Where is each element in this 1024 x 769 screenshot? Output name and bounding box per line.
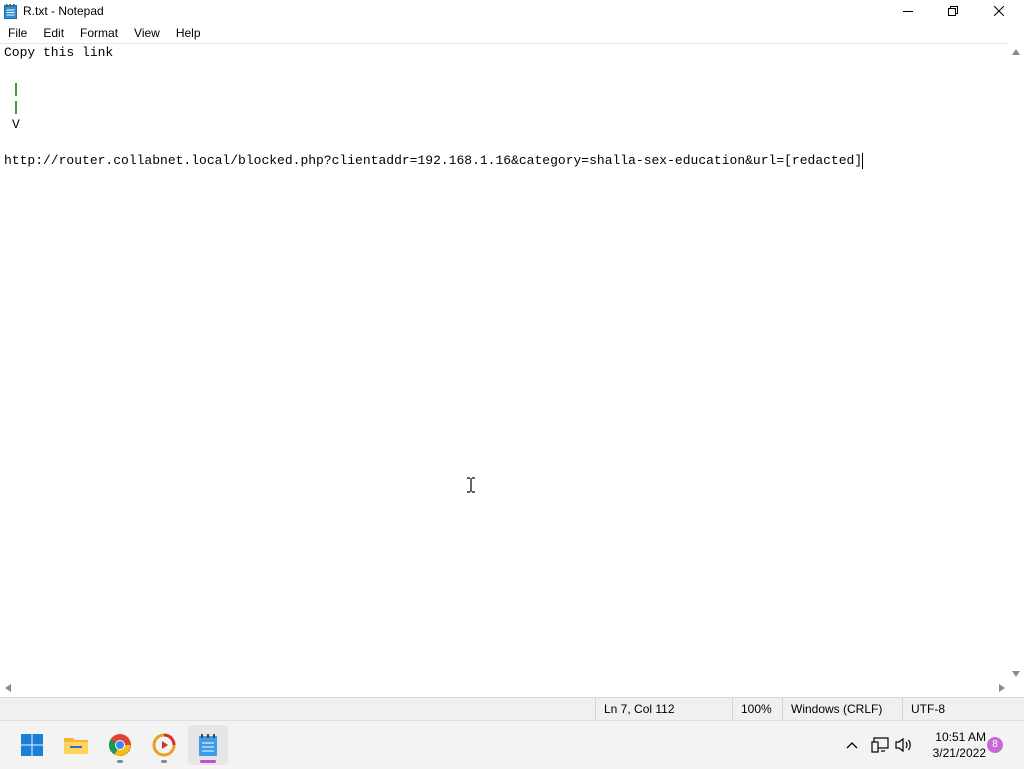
folder-icon — [64, 738, 88, 754]
windows-logo-icon — [21, 734, 43, 756]
ibeam-cursor-icon — [467, 477, 475, 493]
status-bar: Ln 7, Col 112 100% Windows (CRLF) UTF-8 — [0, 697, 1024, 721]
notepad-taskbar-button[interactable] — [188, 725, 228, 765]
restore-icon — [948, 6, 958, 16]
menu-help[interactable]: Help — [168, 23, 209, 43]
network-icon — [871, 737, 889, 753]
start-button[interactable] — [12, 725, 52, 765]
scroll-left-icon[interactable] — [5, 684, 11, 692]
close-icon — [994, 6, 1004, 16]
zoom-level: 100% — [732, 698, 781, 721]
media-player-button[interactable] — [144, 725, 184, 765]
vertical-bar-marker — [15, 101, 17, 114]
encoding: UTF-8 — [902, 698, 1021, 721]
file-explorer-button[interactable] — [56, 725, 96, 765]
text-line-5: V — [12, 117, 20, 132]
chrome-button[interactable] — [100, 725, 140, 765]
menu-format[interactable]: Format — [72, 23, 126, 43]
title-bar[interactable]: R.txt - Notepad — [0, 0, 1024, 22]
speaker-icon — [895, 737, 911, 753]
running-indicator — [161, 760, 167, 763]
active-indicator — [200, 760, 216, 763]
menu-file[interactable]: File — [0, 23, 35, 43]
vertical-bar-marker — [15, 83, 17, 96]
taskbar: 10:51 AM 3/21/2022 8 — [0, 720, 1024, 769]
clock-time: 10:51 AM — [935, 730, 986, 744]
chevron-up-icon — [846, 742, 858, 749]
media-player-icon — [152, 733, 176, 757]
network-button[interactable] — [868, 733, 892, 757]
horizontal-scrollbar[interactable] — [0, 681, 1008, 696]
chrome-icon — [109, 734, 131, 756]
menu-edit[interactable]: Edit — [35, 23, 72, 43]
scroll-up-icon[interactable] — [1012, 49, 1020, 55]
show-hidden-icons-button[interactable] — [840, 733, 864, 757]
running-indicator — [117, 760, 123, 763]
vertical-scrollbar[interactable] — [1009, 43, 1024, 680]
cursor-position: Ln 7, Col 112 — [595, 698, 732, 721]
notification-badge[interactable]: 8 — [987, 737, 1003, 753]
menu-bar: File Edit Format View Help — [0, 23, 1024, 43]
close-button[interactable] — [976, 0, 1022, 22]
clock-date: 3/21/2022 — [932, 746, 986, 760]
scrollbar-corner — [1008, 681, 1024, 696]
menu-view[interactable]: View — [126, 23, 168, 43]
notepad-icon — [4, 4, 17, 19]
notepad-icon — [199, 734, 217, 756]
scroll-down-icon[interactable] — [1012, 671, 1020, 677]
minimize-button[interactable] — [885, 0, 931, 22]
text-line-7: http://router.collabnet.local/blocked.ph… — [4, 153, 863, 168]
window-title: R.txt - Notepad — [23, 4, 104, 18]
line-endings: Windows (CRLF) — [782, 698, 901, 721]
text-caret — [862, 153, 863, 169]
volume-button[interactable] — [892, 733, 916, 757]
text-line-1: Copy this link — [4, 45, 114, 60]
scroll-right-icon[interactable] — [999, 684, 1005, 692]
minimize-icon — [903, 11, 913, 12]
restore-button[interactable] — [930, 0, 976, 22]
text-editor[interactable]: Copy this link V http://router.collabnet… — [0, 43, 1008, 681]
clock[interactable]: 10:51 AM 3/21/2022 — [922, 729, 986, 761]
